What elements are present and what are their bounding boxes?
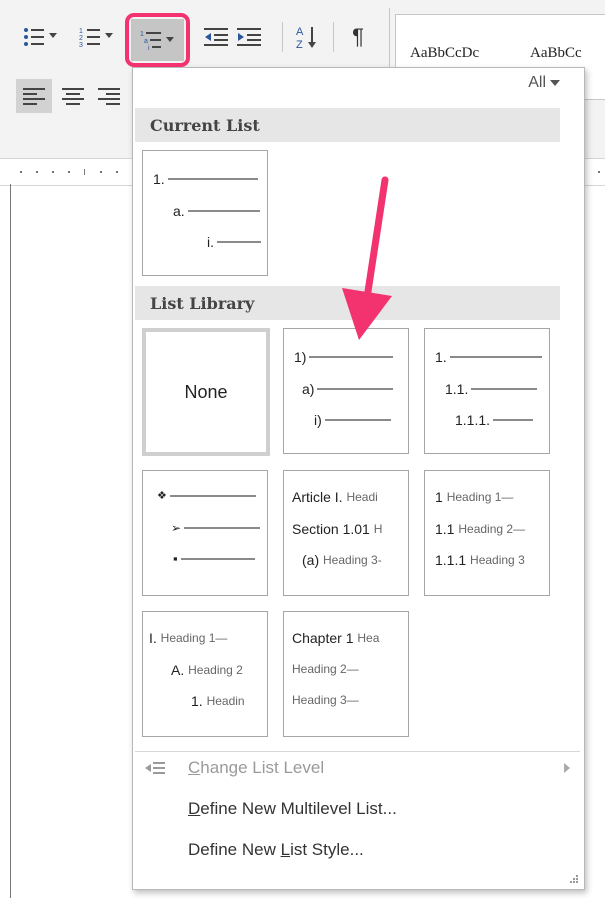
level-3-number: 1. xyxy=(191,693,203,709)
level-3-label: Heading 3— xyxy=(292,693,359,707)
level-3-number: 1.1.1 xyxy=(435,552,467,568)
level-2-number: Section 1.01 xyxy=(292,521,370,537)
level-1-label: Heading 1— xyxy=(160,631,228,645)
show-formatting-marks-icon[interactable]: ¶ xyxy=(344,22,372,52)
level-2-label: Heading 2— xyxy=(458,522,526,536)
level-3-number: i) xyxy=(314,412,322,428)
increase-indent-icon[interactable] xyxy=(236,24,262,50)
page-edge xyxy=(10,184,11,898)
sort-icon[interactable]: AZ xyxy=(292,22,320,52)
diamond-bullet-icon: ❖ xyxy=(157,490,167,502)
current-list-header: Current List xyxy=(135,108,560,142)
level-1-number: 1. xyxy=(153,171,165,187)
level-1-number: Chapter 1 xyxy=(292,630,354,646)
align-left-icon[interactable] xyxy=(16,79,52,113)
list-library-decimal[interactable]: 1. 1.1. 1.1.1. xyxy=(424,328,550,454)
list-library-none[interactable]: None xyxy=(142,328,270,456)
list-library-heading-roman[interactable]: I. Heading 1— A. Heading 2 1. Headin xyxy=(142,611,268,737)
level-3-label: Heading 3- xyxy=(323,553,382,567)
list-filter-label: All xyxy=(528,74,546,91)
arrow-bullet-icon: ➢ xyxy=(171,521,182,535)
current-list-tile[interactable]: 1. a. i. xyxy=(142,150,268,276)
change-level-icon xyxy=(145,762,165,774)
level-1-label: Hea xyxy=(357,631,380,645)
level-1-number: 1. xyxy=(435,349,447,365)
level-1-number: 1) xyxy=(294,349,307,365)
none-label: None xyxy=(184,381,228,402)
resize-grip-icon[interactable] xyxy=(570,875,578,883)
list-library-article-section[interactable]: Article I. Headi Section 1.01 H (a) Head… xyxy=(283,470,409,596)
svg-text:1: 1 xyxy=(79,28,83,35)
level-2-label: H xyxy=(373,522,383,536)
level-1-label: Headi xyxy=(346,490,378,504)
list-library-heading-decimal[interactable]: 1 Heading 1— 1.1 Heading 2— 1.1.1 Headin… xyxy=(424,470,550,596)
svg-text:A: A xyxy=(296,26,304,38)
svg-text:Z: Z xyxy=(296,39,303,50)
level-3-label: Headin xyxy=(206,694,245,708)
define-new-multilevel-list-item[interactable]: Define New Multilevel List... xyxy=(133,790,582,828)
level-2-number: 1.1 xyxy=(435,521,455,537)
svg-text:2: 2 xyxy=(79,35,83,42)
align-right-icon[interactable] xyxy=(94,79,124,113)
level-2-number: 1.1. xyxy=(445,381,469,397)
level-3-label: Heading 3 xyxy=(470,553,525,567)
list-library-bullets[interactable]: ❖ ➢ ▪ xyxy=(142,470,268,596)
level-3-number: (a) xyxy=(302,552,320,568)
define-new-list-style-label: Define New List Style... xyxy=(188,840,364,859)
change-list-level-item[interactable]: Change List Level xyxy=(133,749,582,787)
level-1-label: Heading 1— xyxy=(446,490,514,504)
level-2-number: a) xyxy=(302,381,315,397)
level-2-label: Heading 2— xyxy=(292,662,359,676)
annotation-highlight-box xyxy=(125,13,190,67)
level-2-label: Heading 2 xyxy=(188,663,243,677)
chevron-down-icon xyxy=(550,79,560,86)
bullets-dropdown-icon[interactable] xyxy=(48,28,58,44)
change-list-level-label: Change List Level xyxy=(188,758,325,777)
level-1-number: Article I. xyxy=(292,489,343,505)
level-2-number: A. xyxy=(171,662,185,678)
numbering-icon[interactable]: 123 xyxy=(78,24,102,50)
list-filter[interactable]: All xyxy=(528,74,560,92)
decrease-indent-icon[interactable] xyxy=(203,24,229,50)
bullets-icon[interactable] xyxy=(22,24,46,50)
level-1-number: I. xyxy=(149,630,157,646)
list-library-chapter[interactable]: Chapter 1 Hea Heading 2— Heading 3— xyxy=(283,611,409,737)
square-bullet-icon: ▪ xyxy=(173,551,178,566)
annotation-arrow-icon xyxy=(342,176,392,340)
level-3-number: 1.1.1. xyxy=(455,412,491,428)
submenu-arrow-icon xyxy=(564,763,570,773)
numbering-dropdown-icon[interactable] xyxy=(104,28,114,44)
define-new-multilevel-list-label: Define New Multilevel List... xyxy=(188,799,397,818)
center-icon[interactable] xyxy=(58,79,88,113)
svg-text:3: 3 xyxy=(79,42,83,48)
level-2-number: a. xyxy=(173,203,185,219)
level-3-number: i. xyxy=(207,234,214,250)
level-1-number: 1 xyxy=(435,489,443,505)
define-new-list-style-item[interactable]: Define New List Style... xyxy=(133,831,582,869)
